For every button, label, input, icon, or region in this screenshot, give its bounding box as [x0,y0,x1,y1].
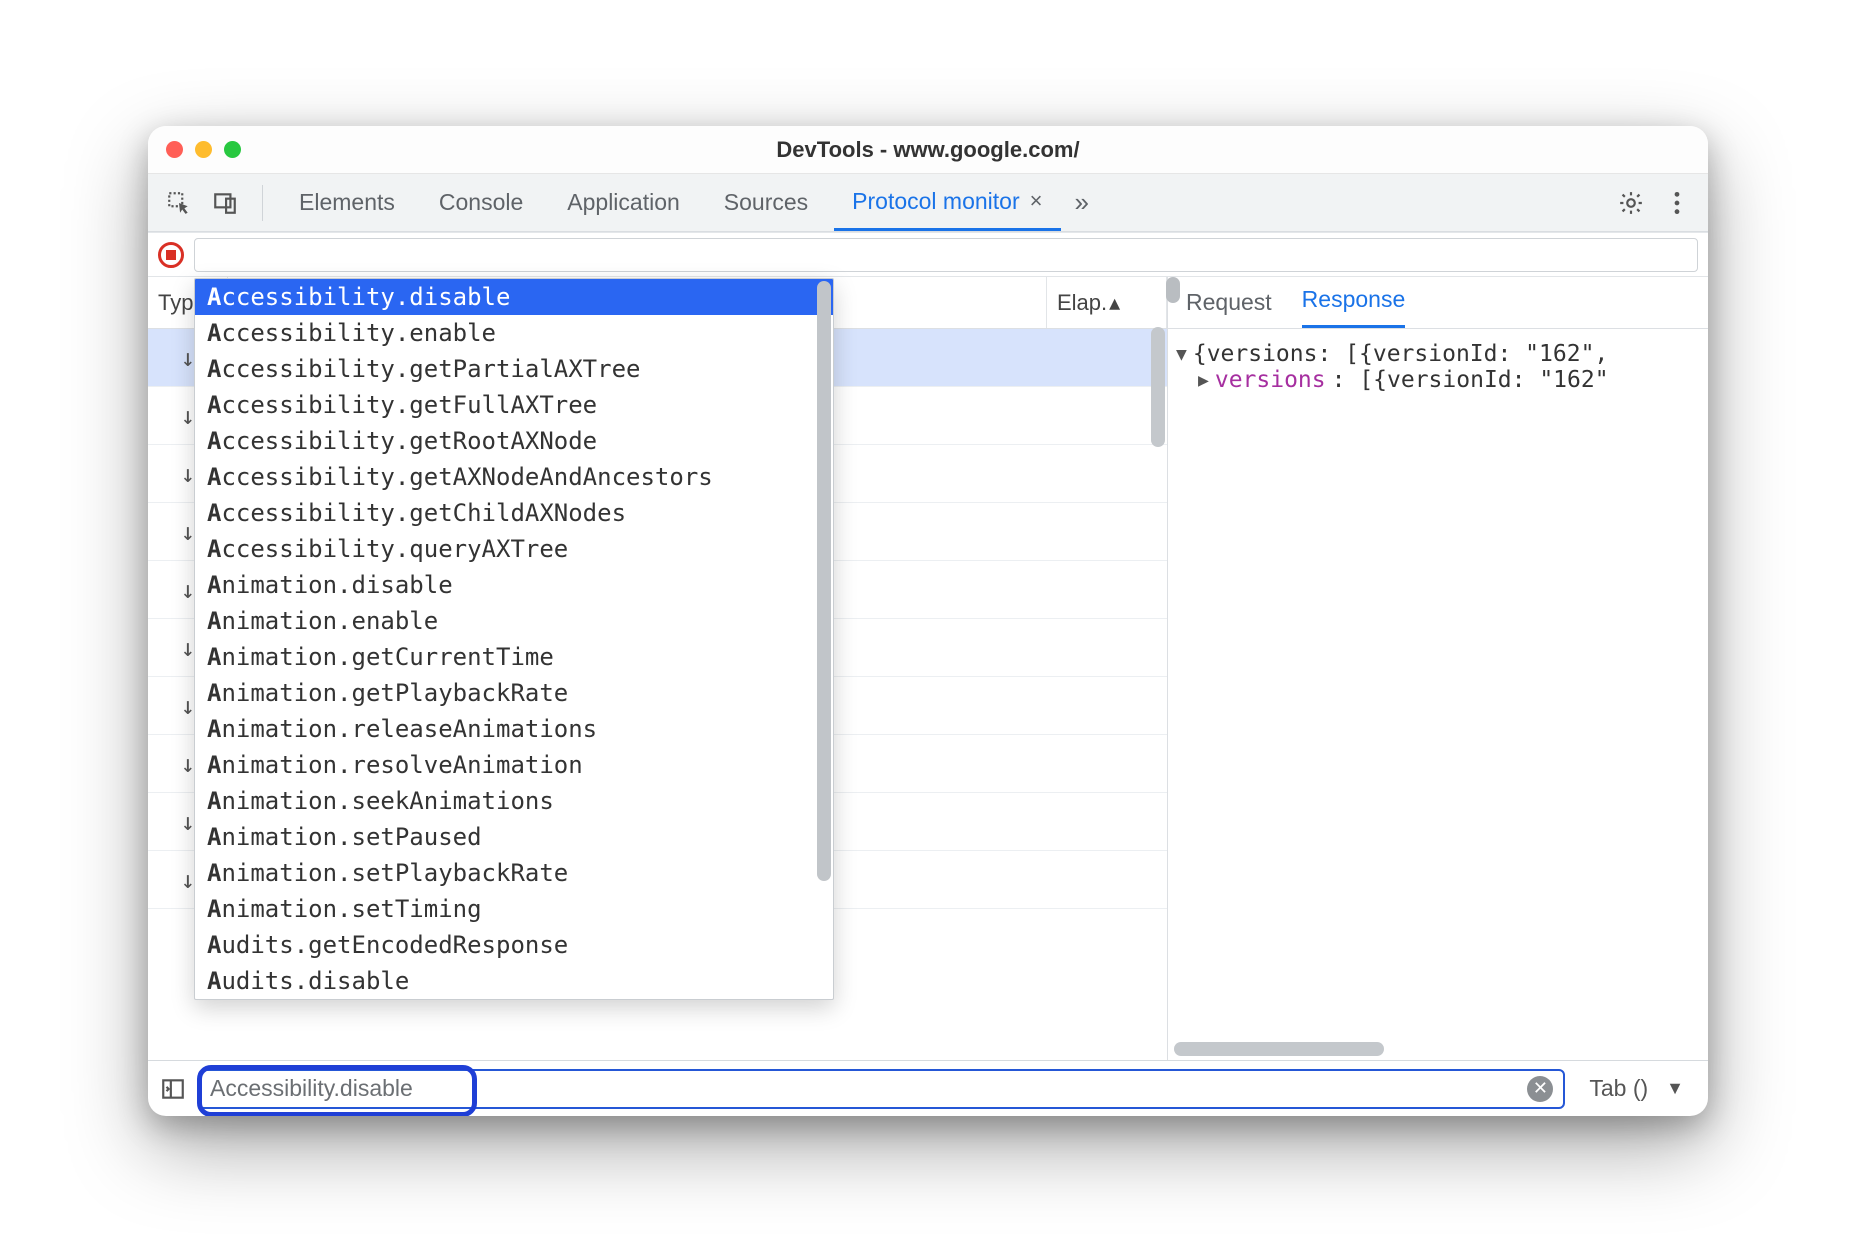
autocomplete-item[interactable]: Animation.enable [195,603,833,639]
record-button[interactable] [158,242,184,268]
detail-tab-request[interactable]: Request [1186,289,1272,328]
zoom-window-button[interactable] [224,141,241,158]
log-scrollbar-thumb[interactable] [1151,327,1165,447]
close-window-button[interactable] [166,141,183,158]
command-input[interactable]: Accessibility.disable ✕ [198,1069,1565,1109]
tab-application[interactable]: Application [549,174,698,231]
autocomplete-item[interactable]: Animation.disable [195,567,833,603]
autocomplete-item[interactable]: Accessibility.getPartialAXTree [195,351,833,387]
autocomplete-item[interactable]: Audits.getEncodedResponse [195,927,833,963]
tree-value: : [{versionId: "162" [1332,367,1609,393]
autocomplete-item[interactable]: Animation.resolveAnimation [195,747,833,783]
autocomplete-item[interactable]: Animation.seekAnimations [195,783,833,819]
tab-protocol-monitor[interactable]: Protocol monitor × [834,174,1060,231]
window-titlebar: DevTools - www.google.com/ [148,126,1708,174]
command-bar: Accessibility.disable ✕ Tab () ▼ [148,1060,1708,1116]
inspect-element-icon[interactable] [160,184,198,222]
tab-label: Console [439,189,523,216]
dropdown-scrollbar-thumb[interactable] [817,281,831,881]
autocomplete-item[interactable]: Accessibility.enable [195,315,833,351]
autocomplete-item[interactable]: Accessibility.getAXNodeAndAncestors [195,459,833,495]
devtools-window: DevTools - www.google.com/ Elements Cons… [148,126,1708,1116]
tree-root-text: {versions: [{versionId: "162", [1193,341,1608,367]
autocomplete-item[interactable]: Animation.setPlaybackRate [195,855,833,891]
autocomplete-item[interactable]: Audits.disable [195,963,833,999]
resizer-thumb[interactable] [1166,277,1180,303]
main-content: Type se Elap. ▴ ↓ions":[…↓estId":…↓estId… [148,232,1708,1060]
autocomplete-item[interactable]: Accessibility.getChildAXNodes [195,495,833,531]
toggle-drawer-icon[interactable] [158,1074,188,1104]
window-title: DevTools - www.google.com/ [148,137,1708,163]
hint-label: Tab [1589,1075,1626,1101]
kebab-menu-icon[interactable] [1658,184,1696,222]
tree-key: versions [1215,367,1326,393]
column-elapsed[interactable]: Elap. ▴ [1047,277,1167,328]
tab-label: Elements [299,189,395,216]
filter-input[interactable] [194,238,1698,272]
autocomplete-item[interactable]: Accessibility.getRootAXNode [195,423,833,459]
detail-horizontal-scrollbar[interactable] [1174,1042,1698,1056]
hint-parens: () [1633,1075,1648,1101]
minimize-window-button[interactable] [195,141,212,158]
autocomplete-item[interactable]: Animation.getCurrentTime [195,639,833,675]
detail-tabs: Request Response [1168,277,1708,329]
autocomplete-item[interactable]: Accessibility.getFullAXTree [195,387,833,423]
command-autocomplete-dropdown: Accessibility.disableAccessibility.enabl… [194,278,834,1000]
detail-body: ▼ {versions: [{versionId: "162", ▶ versi… [1168,329,1708,1060]
column-elapsed-label: Elap. [1057,290,1107,316]
tree-row-root[interactable]: ▼ {versions: [{versionId: "162", [1176,341,1700,367]
autocomplete-item[interactable]: Accessibility.disable [195,279,833,315]
caret-down-icon[interactable]: ▼ [1176,344,1187,365]
detail-tab-response[interactable]: Response [1302,286,1406,328]
autocomplete-item[interactable]: Animation.setTiming [195,891,833,927]
devtools-toolbar: Elements Console Application Sources Pro… [148,174,1708,232]
tab-elements[interactable]: Elements [281,174,413,231]
more-tabs-icon[interactable]: » [1075,187,1089,218]
command-hint[interactable]: Tab () ▼ [1575,1075,1698,1102]
autocomplete-item[interactable]: Animation.releaseAnimations [195,711,833,747]
tab-label: Application [567,189,680,216]
chevron-down-icon[interactable]: ▼ [1666,1078,1684,1099]
tree-row-child[interactable]: ▶ versions : [{versionId: "162" [1176,367,1700,393]
toolbar-divider [262,185,263,221]
autocomplete-item[interactable]: Accessibility.queryAXTree [195,531,833,567]
tab-label: Protocol monitor [852,188,1019,215]
settings-gear-icon[interactable] [1612,184,1650,222]
command-input-text: Accessibility.disable [210,1075,413,1102]
detail-pane: Request Response ▼ {versions: [{versionI… [1168,277,1708,1060]
caret-right-icon[interactable]: ▶ [1198,370,1209,391]
tab-label: Sources [724,189,808,216]
window-traffic-lights [166,141,241,158]
filter-bar [148,233,1708,277]
autocomplete-item[interactable]: Animation.setPaused [195,819,833,855]
device-toolbar-icon[interactable] [206,184,244,222]
tab-sources[interactable]: Sources [706,174,826,231]
tab-console[interactable]: Console [421,174,541,231]
clear-input-icon[interactable]: ✕ [1527,1076,1553,1102]
close-tab-icon[interactable]: × [1030,188,1043,214]
sort-asc-icon: ▴ [1109,290,1120,316]
autocomplete-item[interactable]: Animation.getPlaybackRate [195,675,833,711]
